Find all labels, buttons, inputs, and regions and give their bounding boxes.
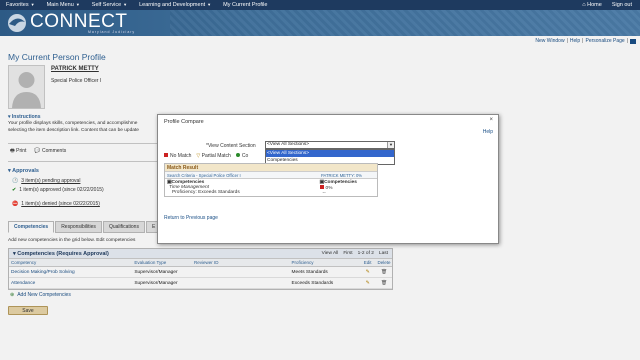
- logo-subtitle: Maryland Judiciary: [88, 30, 136, 34]
- match-result-table: Match Result Search Criteria - Special P…: [164, 163, 378, 197]
- view-content-select[interactable]: <View All Sections> ▼: [265, 141, 395, 149]
- top-nav: Favorites ▼ Main Menu ▼ Self Service ▼ Lear…: [0, 0, 640, 10]
- nav-main-menu[interactable]: Main Menu ▼: [41, 2, 86, 8]
- nav-learning[interactable]: Learning and Development ▼: [133, 2, 217, 8]
- col-search-criteria: Search Criteria - Special Police Officer…: [167, 172, 241, 178]
- modal-help-link[interactable]: Help: [483, 129, 493, 135]
- home-link[interactable]: ⌂ Home: [582, 2, 602, 8]
- nav-current-profile[interactable]: My Current Profile: [217, 2, 273, 8]
- legend-no-match: No Match: [164, 153, 191, 159]
- option-view-all[interactable]: <View All Sections>: [266, 150, 394, 157]
- nav-self-service[interactable]: Self Service ▼: [86, 2, 133, 8]
- view-content-label: *View Content Section: [206, 143, 256, 149]
- home-icon: ⌂: [582, 2, 586, 8]
- legend-complete: Co: [235, 153, 248, 159]
- match-legend: No Match ▽ Partial Match Co: [164, 153, 248, 159]
- banner: CONNECT Maryland Judiciary: [0, 10, 640, 36]
- profile-compare-modal: Profile Compare × Help *View Content Sec…: [157, 114, 499, 244]
- nav-favorites[interactable]: Favorites ▼: [0, 2, 41, 8]
- match-row: ▣Competencies Time Management Proficienc…: [167, 180, 357, 196]
- match-result-header: Match Result: [165, 164, 377, 172]
- col-person-match: PATRICK METTY: 0%: [321, 172, 363, 178]
- sign-out-link[interactable]: Sign out: [612, 2, 632, 8]
- banner-texture: [170, 10, 640, 36]
- match-columns: Search Criteria - Special Police Officer…: [165, 172, 377, 179]
- chevron-down-icon[interactable]: ▼: [387, 142, 394, 148]
- close-icon[interactable]: ×: [489, 117, 493, 123]
- logo-icon: [8, 14, 26, 32]
- return-link[interactable]: Return to Previous page: [164, 215, 218, 221]
- modal-title: Profile Compare: [164, 119, 204, 125]
- legend-partial-match: ▽ Partial Match: [196, 153, 231, 159]
